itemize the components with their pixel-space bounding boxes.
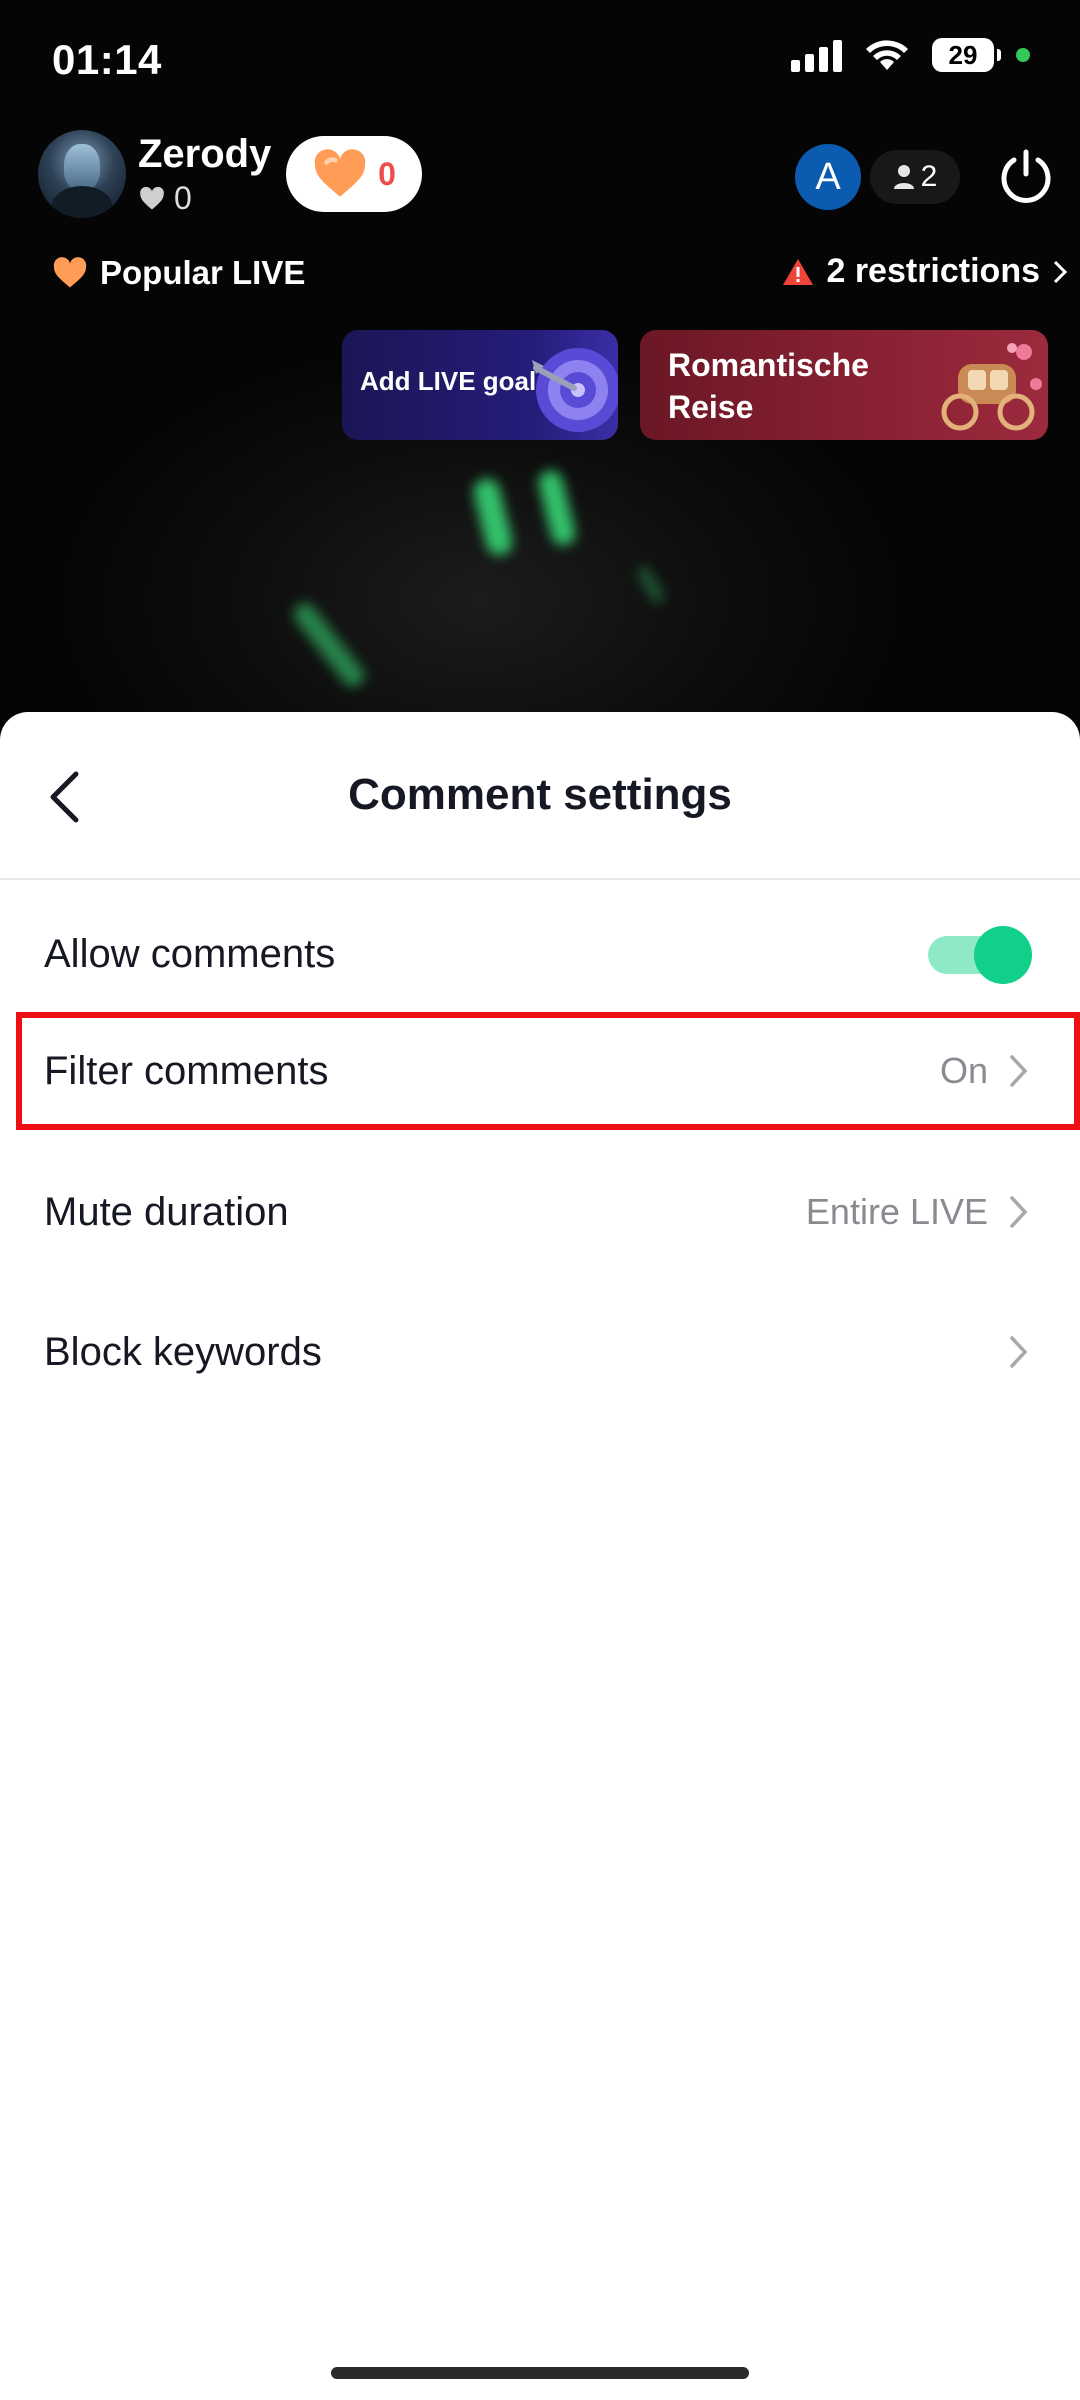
wifi-icon xyxy=(866,40,908,70)
target-icon xyxy=(532,348,618,432)
sheet-title: Comment settings xyxy=(348,770,732,819)
orange-heart-icon xyxy=(314,149,366,197)
viewer-avatar[interactable]: A xyxy=(795,144,861,210)
person-icon xyxy=(893,165,914,189)
setting-value: Entire LIVE xyxy=(805,1191,988,1232)
chevron-right-icon xyxy=(1010,1196,1028,1228)
romantic-journey-gift-card[interactable]: Romantische Reise xyxy=(640,330,1048,440)
setting-label: Mute duration xyxy=(44,1189,289,1234)
filter-comments-row[interactable]: Filter comments On xyxy=(0,1022,1080,1120)
goal-label: Add LIVE goal xyxy=(360,366,537,396)
viewer-count: 2 xyxy=(920,160,938,193)
setting-label: Block keywords xyxy=(44,1329,322,1374)
gift-card-title: Romantische Reise xyxy=(668,347,869,425)
status-time: 01:14 xyxy=(52,36,162,83)
allow-comments-row[interactable]: Allow comments xyxy=(0,906,1080,1002)
cellular-signal-icon xyxy=(791,38,842,72)
green-light-shape xyxy=(635,564,667,606)
chevron-right-icon xyxy=(1010,1336,1028,1368)
heart-icon xyxy=(140,186,164,209)
setting-label: Allow comments xyxy=(44,931,336,976)
streamer-name[interactable]: Zerody xyxy=(138,132,271,177)
green-light-shape xyxy=(470,476,516,558)
orange-heart-icon xyxy=(53,257,87,288)
end-live-power-icon[interactable] xyxy=(998,146,1054,206)
green-light-shape xyxy=(536,468,578,548)
gift-heart-button[interactable]: 0 xyxy=(286,136,422,212)
restrictions-label: 2 restrictions xyxy=(826,252,1040,290)
streamer-avatar[interactable] xyxy=(38,130,126,218)
streamer-likes-count: 0 xyxy=(174,180,192,216)
chevron-right-icon xyxy=(1010,1055,1028,1087)
viewer-count-button[interactable]: 2 xyxy=(870,150,960,204)
popular-live-badge[interactable]: Popular LIVE xyxy=(52,254,305,292)
chevron-right-icon xyxy=(1053,260,1068,283)
setting-value: On xyxy=(939,1050,988,1091)
privacy-indicator-dot xyxy=(1016,48,1030,62)
mute-duration-row[interactable]: Mute duration Entire LIVE xyxy=(0,1164,1080,1260)
home-indicator[interactable] xyxy=(331,2367,749,2379)
streamer-likes: 0 xyxy=(138,180,192,217)
status-icons: 29 xyxy=(791,38,1030,72)
battery-indicator: 29 xyxy=(932,38,1001,72)
gift-count: 0 xyxy=(378,155,396,192)
setting-label: Filter comments xyxy=(44,1048,329,1093)
popular-live-label: Popular LIVE xyxy=(100,254,306,291)
status-bar: 01:14 29 xyxy=(0,0,1080,120)
carriage-gift-icon xyxy=(941,343,1042,431)
restrictions-link[interactable]: 2 restrictions xyxy=(782,252,1068,291)
sheet-header: Comment settings xyxy=(0,712,1080,880)
green-light-shape xyxy=(289,598,369,692)
block-keywords-row[interactable]: Block keywords xyxy=(0,1304,1080,1400)
add-live-goal-card[interactable]: Add LIVE goal xyxy=(342,330,618,440)
allow-comments-toggle[interactable] xyxy=(928,926,1032,984)
toggle-knob xyxy=(974,926,1032,984)
warning-icon xyxy=(783,258,814,285)
